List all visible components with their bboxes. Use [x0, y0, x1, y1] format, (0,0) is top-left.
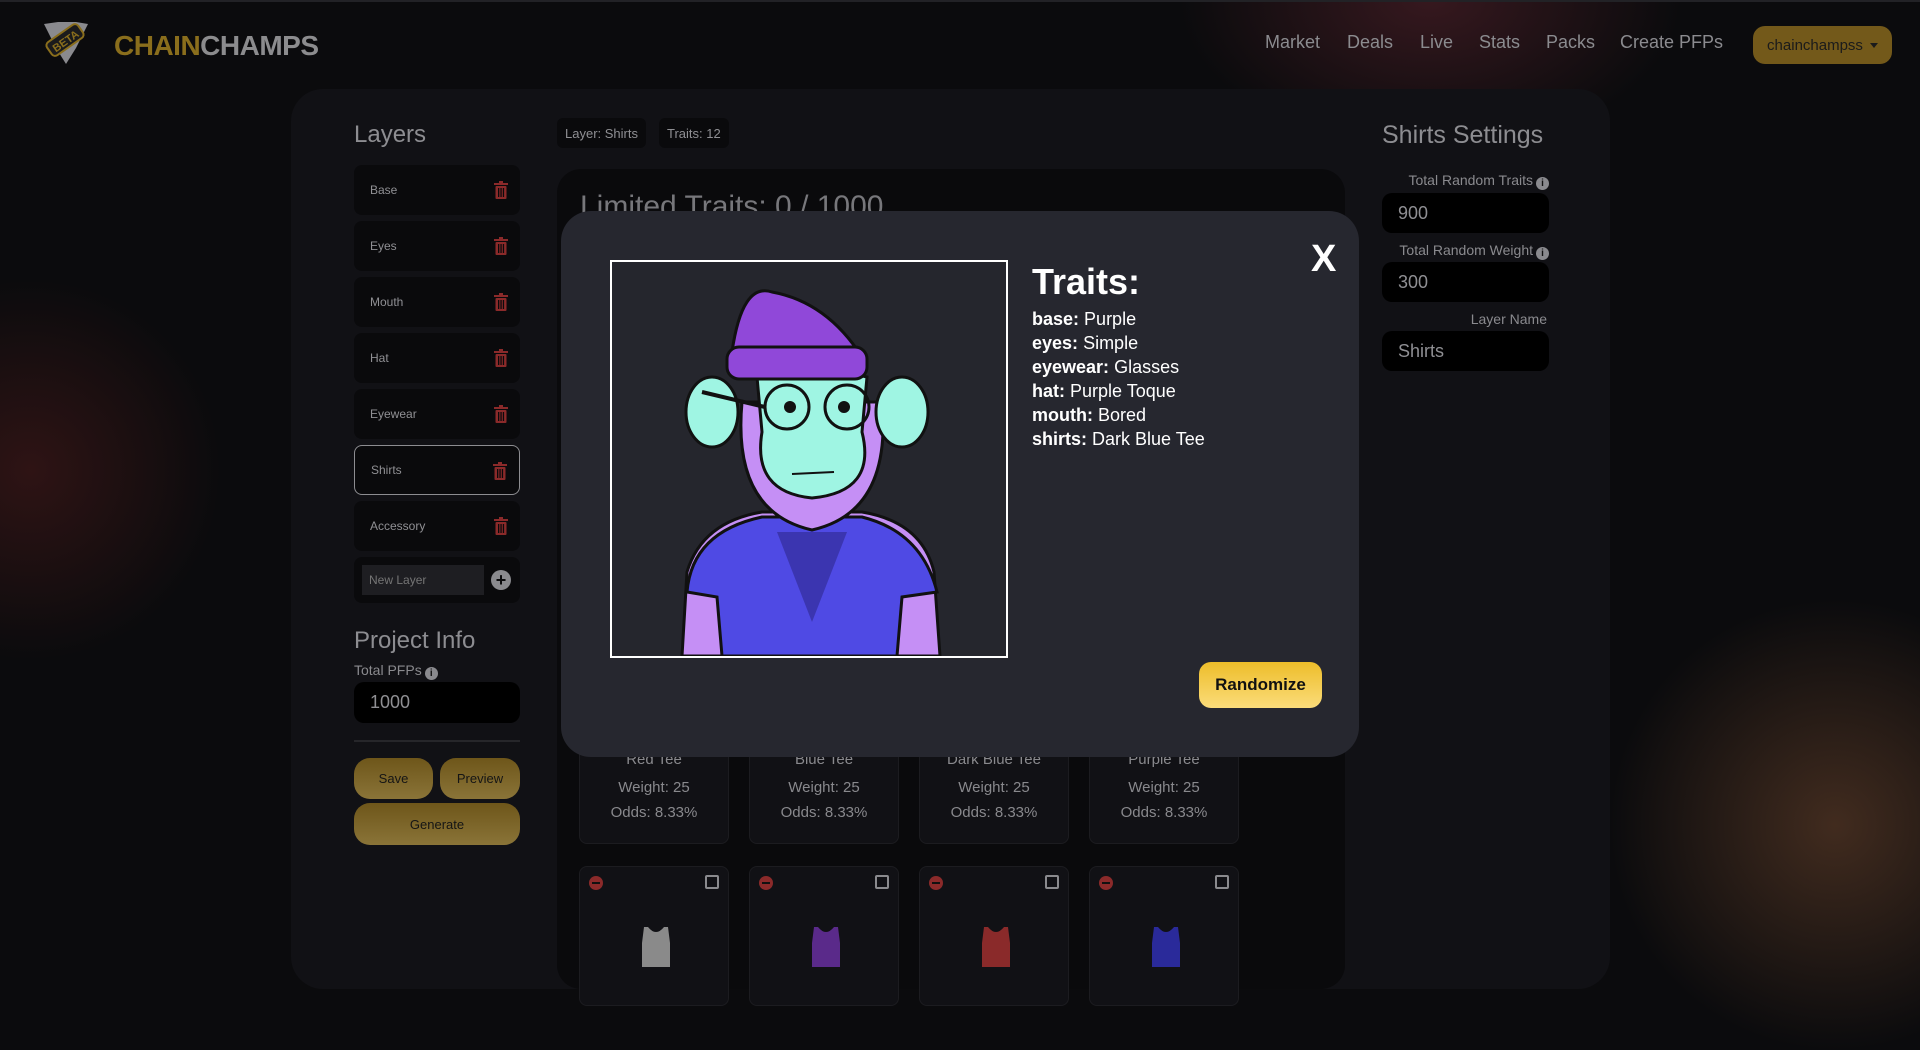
layer-label: Base: [370, 183, 398, 197]
settings-title: Shirts Settings: [1382, 121, 1544, 149]
trait-line: hat: Purple Toque: [1032, 381, 1176, 401]
layer-label: Eyes: [370, 239, 397, 253]
caret-down-icon: [1869, 42, 1878, 48]
project-info-title: Project Info: [354, 627, 476, 654]
tank-top-image: [982, 927, 1010, 967]
edit-icon[interactable]: [705, 875, 719, 889]
trait-odds: Odds: 8.33%: [1120, 804, 1208, 821]
layer-item[interactable]: Mouth: [354, 277, 520, 327]
random-traits-input[interactable]: 900: [1382, 193, 1549, 233]
top-border: [0, 0, 1920, 2]
info-icon: i: [1536, 177, 1549, 190]
trait-line: shirts: Dark Blue Tee: [1032, 429, 1205, 449]
preview-modal: Traits: base: Purple eyes: Simple eyewear:…: [561, 211, 1359, 757]
layer-name-input[interactable]: Shirts: [1382, 331, 1549, 371]
remove-icon[interactable]: [1099, 876, 1113, 890]
trash-icon[interactable]: [494, 293, 508, 311]
remove-icon[interactable]: [759, 876, 773, 890]
trait-card[interactable]: [749, 866, 899, 1006]
save-button[interactable]: Save: [354, 758, 433, 799]
edit-icon[interactable]: [1045, 875, 1059, 889]
layer-item[interactable]: Eyewear: [354, 389, 520, 439]
traits-title: Traits:: [1032, 261, 1141, 302]
layer-item[interactable]: Accessory: [354, 501, 520, 551]
traits-count-badge: Traits: 12: [659, 118, 729, 148]
new-layer-input[interactable]: [362, 565, 484, 595]
trait-line: base: Purple: [1032, 309, 1137, 329]
layer-badge: Layer: Shirts: [557, 118, 646, 148]
layer-item[interactable]: Hat: [354, 333, 520, 383]
remove-icon[interactable]: [929, 876, 943, 890]
layer-label: Mouth: [370, 295, 404, 309]
close-button[interactable]: X: [1311, 238, 1336, 281]
user-menu-button[interactable]: chainchampss: [1753, 26, 1892, 64]
trash-icon[interactable]: [494, 237, 508, 255]
trait-card[interactable]: [1089, 866, 1239, 1006]
tank-top-image: [1152, 927, 1180, 967]
layer-item[interactable]: Shirts: [354, 445, 520, 495]
trash-icon[interactable]: [494, 349, 508, 367]
random-weight-input[interactable]: 300: [1382, 262, 1549, 302]
random-weight-label: Total Random Weight i: [1399, 242, 1549, 260]
trait-odds: Odds: 8.33%: [610, 804, 698, 821]
trait-card[interactable]: [579, 866, 729, 1006]
trait-weight: Weight: 25: [618, 779, 690, 796]
layer-name-label: Layer Name: [1470, 311, 1547, 327]
randomize-button[interactable]: Randomize: [1199, 662, 1322, 708]
preview-button[interactable]: Preview: [440, 758, 520, 799]
trash-icon[interactable]: [494, 517, 508, 535]
new-layer-row: +: [354, 557, 520, 603]
nav-create-pfps[interactable]: Create PFPs: [1620, 32, 1723, 53]
trait-weight: Weight: 25: [958, 779, 1030, 796]
info-icon: i: [424, 667, 438, 680]
logo-text[interactable]: CHAINCHAMPS: [114, 30, 319, 62]
total-pfps-label: Total PFPs i: [354, 662, 438, 680]
info-icon: i: [1536, 247, 1549, 260]
random-traits-label: Total Random Traits i: [1409, 172, 1549, 190]
trash-icon[interactable]: [493, 462, 507, 480]
layer-label: Hat: [370, 351, 389, 365]
nav-deals[interactable]: Deals: [1347, 32, 1393, 53]
add-layer-icon[interactable]: +: [491, 570, 511, 590]
nav-stats[interactable]: Stats: [1479, 32, 1520, 53]
divider: [354, 740, 520, 742]
layer-label: Accessory: [370, 519, 426, 533]
trait-line: eyes: Simple: [1032, 333, 1139, 353]
trait-card[interactable]: [919, 866, 1069, 1006]
nav-live[interactable]: Live: [1420, 32, 1453, 53]
pfp-preview-image: [610, 260, 1008, 658]
layer-item[interactable]: Eyes: [354, 221, 520, 271]
remove-icon[interactable]: [589, 876, 603, 890]
user-name: chainchampss: [1767, 36, 1863, 54]
nav-market[interactable]: Market: [1265, 32, 1320, 53]
edit-icon[interactable]: [875, 875, 889, 889]
trash-icon[interactable]: [494, 181, 508, 199]
layer-label: Eyewear: [370, 407, 417, 421]
trait-line: eyewear: Glasses: [1032, 357, 1180, 377]
edit-icon[interactable]: [1215, 875, 1229, 889]
total-pfps-input[interactable]: 1000: [354, 682, 520, 723]
generate-button[interactable]: Generate: [354, 803, 520, 845]
trait-weight: Weight: 25: [1128, 779, 1200, 796]
trait-odds: Odds: 8.33%: [950, 804, 1038, 821]
trait-weight: Weight: 25: [788, 779, 860, 796]
logo-icon[interactable]: BETA: [36, 18, 94, 68]
layer-label: Shirts: [371, 463, 402, 477]
nav-packs[interactable]: Packs: [1546, 32, 1595, 53]
trait-line: mouth: Bored: [1032, 405, 1147, 425]
layers-title: Layers: [354, 121, 427, 148]
layer-item[interactable]: Base: [354, 165, 520, 215]
trash-icon[interactable]: [494, 405, 508, 423]
tank-top-image: [642, 927, 670, 967]
tank-top-image: [812, 927, 840, 967]
trait-odds: Odds: 8.33%: [780, 804, 868, 821]
